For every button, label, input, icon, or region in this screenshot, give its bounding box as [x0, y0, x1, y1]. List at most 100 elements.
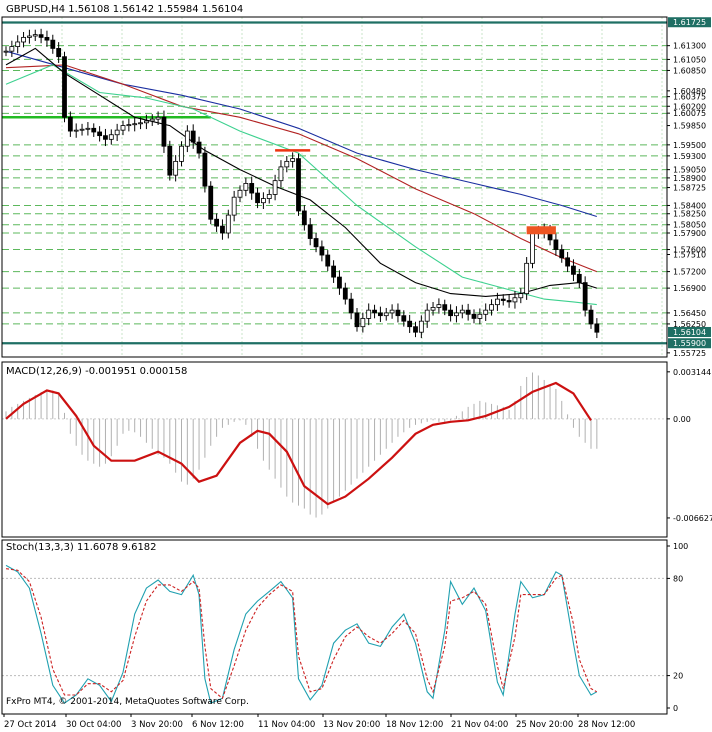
candle-body — [494, 298, 500, 306]
time-axis-label: 13 Nov 20:00 — [323, 720, 380, 730]
candle-body — [196, 141, 202, 154]
candle-body — [190, 130, 196, 143]
candle-body — [149, 118, 155, 122]
candle-body — [483, 309, 489, 315]
candle-body — [459, 309, 465, 314]
candle-body — [56, 48, 62, 58]
candle-body — [465, 309, 471, 315]
price-axis-label: 1.58725 — [673, 184, 706, 193]
candle-body — [301, 210, 307, 226]
candle-body — [524, 262, 530, 295]
candle-body — [383, 312, 389, 317]
candle-body — [73, 129, 79, 132]
panel-frame — [1, 361, 668, 538]
price-axis-label: 1.57510 — [673, 251, 706, 260]
price-axis-label: 1.55725 — [673, 349, 706, 358]
candle-body — [559, 249, 565, 259]
candle-body — [319, 246, 325, 256]
price-axis-label: 1.60850 — [673, 66, 706, 75]
macd-axis-label: -0.006627 — [673, 514, 712, 523]
candle-body — [290, 158, 296, 162]
price-axis-label: 1.55900 — [673, 339, 706, 348]
candle-body — [15, 41, 21, 47]
candle-body — [471, 313, 477, 319]
candle-body — [576, 273, 582, 284]
candle-body — [401, 315, 407, 322]
candle-body — [114, 129, 120, 136]
time-axis-label: 27 Oct 2014 — [4, 720, 57, 730]
macd-title-label: MACD(12,26,9) -0.001951 0.000158 — [6, 366, 188, 377]
candle-body — [138, 122, 143, 125]
candle-body — [442, 304, 448, 311]
panel-frame — [1, 16, 668, 358]
candle-body — [325, 254, 331, 267]
price-axis-label: 1.60375 — [673, 93, 706, 102]
candle-body — [424, 309, 430, 322]
candle-body — [337, 276, 342, 289]
candle-body — [32, 34, 38, 37]
candle-body — [360, 318, 366, 328]
candle-body — [477, 313, 483, 319]
stochastic-title-label: Stoch(13,3,3) 11.6078 9.6182 — [6, 542, 157, 553]
candle-body — [430, 307, 436, 311]
candle-body — [284, 160, 290, 168]
candle-body — [489, 304, 494, 311]
candle-body — [108, 134, 114, 140]
price-axis-label: 1.57200 — [673, 268, 706, 277]
candle-body — [296, 158, 301, 212]
price-moving-averages — [5, 47, 598, 306]
candle-body — [389, 309, 395, 314]
candle-body — [143, 120, 149, 124]
candle-body — [120, 125, 126, 131]
candle-body — [132, 123, 138, 126]
candle-body — [500, 298, 506, 301]
candle-body — [436, 304, 442, 308]
candle-body — [354, 312, 360, 328]
candle-body — [249, 183, 255, 194]
price-axis-label: 1.58900 — [673, 174, 706, 183]
orange-mark-box — [526, 226, 556, 235]
price-axis-label: 1.56450 — [673, 309, 706, 318]
candle-body — [307, 224, 313, 239]
candle-body — [454, 312, 459, 317]
candle-body — [266, 194, 272, 199]
candle-body — [161, 116, 167, 147]
candle-body — [518, 293, 524, 299]
candle-body — [50, 39, 56, 49]
price-axis-label: 1.58250 — [673, 210, 706, 219]
candle-body — [91, 127, 97, 133]
time-axis-label: 25 Nov 20:00 — [516, 720, 573, 730]
candle-body — [126, 124, 132, 127]
price-axis-label: 1.61725 — [673, 18, 706, 27]
candle-body — [395, 309, 401, 317]
time-axis-label: 30 Oct 04:00 — [66, 720, 121, 730]
candle-body — [167, 145, 173, 176]
candle-body — [553, 239, 559, 250]
candle-body — [342, 287, 348, 300]
candle-body — [62, 56, 67, 118]
stochastic-panel — [2, 564, 667, 704]
moving-average-line — [5, 50, 597, 218]
moving-average-line — [5, 47, 597, 297]
time-axis-label: 21 Nov 04:00 — [451, 720, 508, 730]
candle-body — [85, 127, 91, 130]
price-axis-label: 1.59850 — [673, 122, 706, 131]
price-axis-label: 1.59500 — [673, 141, 706, 150]
candle-body — [366, 309, 372, 319]
candle-body — [530, 232, 535, 264]
time-axis-label: 6 Nov 12:00 — [192, 720, 244, 730]
candle-body — [588, 309, 594, 325]
candle-body — [225, 214, 231, 234]
candle-body — [44, 36, 50, 41]
candle-body — [377, 312, 383, 317]
candle-body — [255, 192, 260, 204]
candle-body — [97, 131, 102, 137]
candle-body — [448, 309, 454, 317]
price-axis-labels: 1.617251.613001.610501.608501.604801.603… — [667, 17, 712, 713]
candle-body — [260, 198, 266, 204]
macd-axis-label: 0.003144 — [673, 368, 711, 377]
time-axis-label: 3 Nov 20:00 — [131, 720, 183, 730]
time-axis: 27 Oct 2014 30 Oct 04:00 3 Nov 20:00 6 Nov … — [3, 714, 635, 730]
candle-body — [103, 135, 108, 140]
candle-body — [348, 298, 354, 314]
